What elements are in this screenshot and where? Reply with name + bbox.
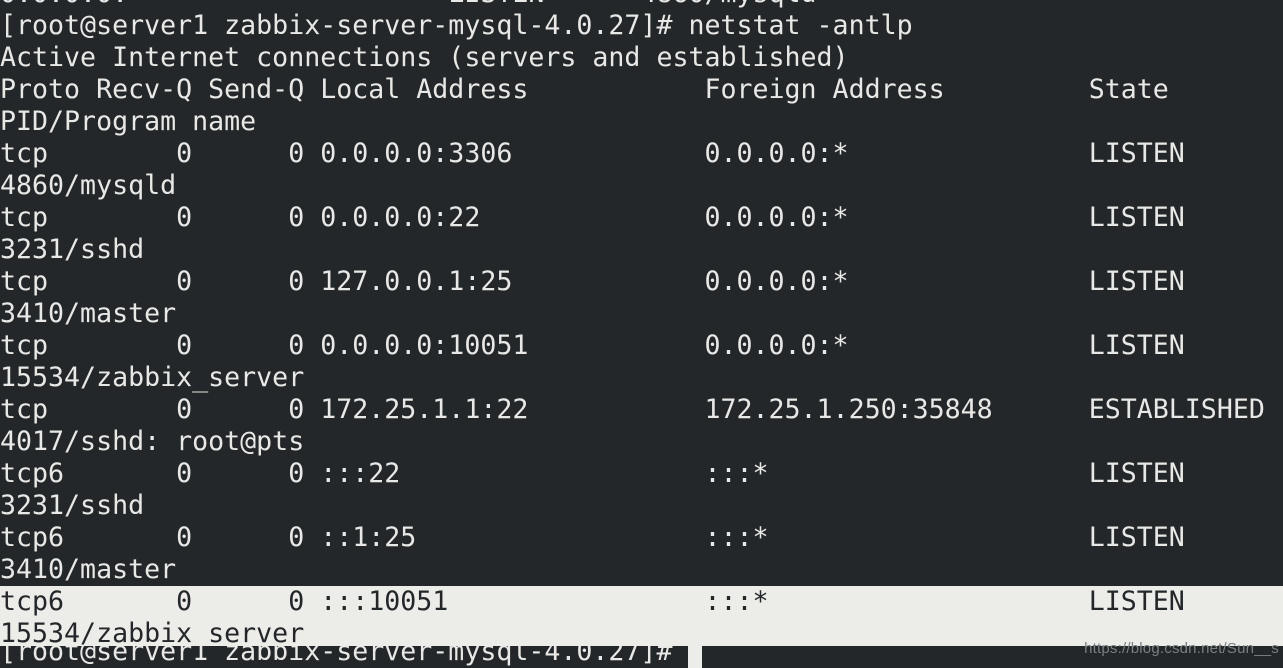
terminal-line: 4860/mysqld: [0, 170, 177, 201]
terminal-final-prompt-bar[interactable]: [root@server1 zabbix-server-mysql-4.0.27…: [0, 646, 688, 668]
terminal-line: 3410/master: [0, 298, 177, 329]
terminal-line: 15534/zabbix_server: [0, 362, 305, 393]
terminal-line: 4017/sshd: root@pts: [0, 426, 305, 457]
watermark-url: https://blog.csdn.net/Sun__s: [1084, 640, 1279, 657]
terminal-line: PID/Program name: [0, 106, 257, 137]
terminal-line: tcp6 0 0 :::22 :::* LISTEN: [0, 458, 1185, 489]
terminal-line: tcp6 0 0 ::1:25 :::* LISTEN: [0, 522, 1185, 553]
terminal-line: Proto Recv-Q Send-Q Local Address Foreig…: [0, 74, 1169, 105]
terminal-final-prompt-text: [root@server1 zabbix-server-mysql-4.0.27…: [0, 646, 673, 667]
terminal-line: [root@server1 zabbix-server-mysql-4.0.27…: [0, 10, 913, 41]
terminal-line: 3231/sshd: [0, 234, 145, 265]
terminal-line: tcp 0 0 172.25.1.1:22 172.25.1.250:35848…: [0, 394, 1265, 425]
terminal-line: tcp6 0 0 :::10051 :::* LISTEN: [0, 586, 1283, 618]
terminal-clipped-top-line: 0.0.0.0:* LISTEN 4860/mysqld: [0, 0, 1283, 10]
terminal-line: tcp 0 0 0.0.0.0:3306 0.0.0.0:* LISTEN: [0, 138, 1185, 169]
terminal-line: Active Internet connections (servers and…: [0, 42, 849, 73]
terminal-line: tcp 0 0 0.0.0.0:22 0.0.0.0:* LISTEN: [0, 202, 1185, 233]
terminal-line: tcp 0 0 127.0.0.1:25 0.0.0.0:* LISTEN: [0, 266, 1185, 297]
terminal-line: tcp 0 0 0.0.0.0:10051 0.0.0.0:* LISTEN: [0, 330, 1185, 361]
terminal-window[interactable]: 0.0.0.0:* LISTEN 4860/mysqld [root@serve…: [0, 0, 1283, 668]
terminal-line: 3231/sshd: [0, 490, 145, 521]
terminal-line: 3410/master: [0, 554, 177, 585]
